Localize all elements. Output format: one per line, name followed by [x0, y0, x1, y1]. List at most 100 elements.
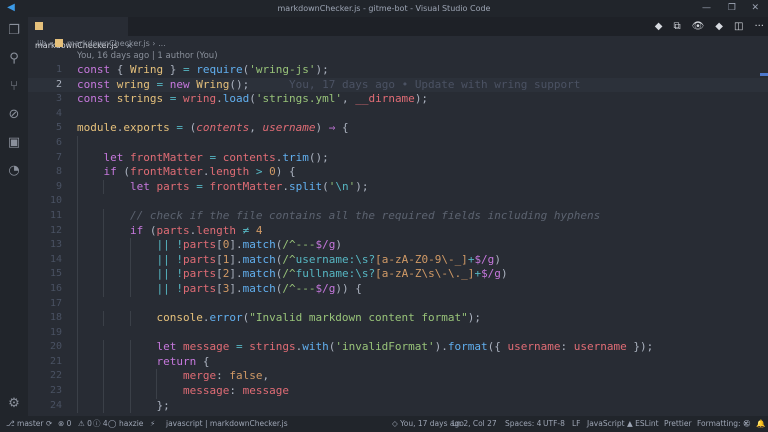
formatting-toggle[interactable]: Formatting: ✕ [697, 416, 749, 432]
branch-indicator[interactable]: ⎇ master [6, 416, 43, 432]
code-line[interactable]: 3const strings = wring.load('strings.yml… [28, 92, 768, 107]
git-icon[interactable]: ◆ [715, 21, 723, 32]
code-token: [a-zA-Z\s\-\._] [375, 267, 474, 280]
explorer-icon[interactable]: ❐ [6, 23, 22, 39]
code-line[interactable]: 22 merge: false, [28, 369, 768, 384]
code-line[interactable]: 19 [28, 326, 768, 341]
code-token: return [156, 355, 196, 368]
tab-markdownchecker[interactable]: markdownChecker.js× [28, 17, 128, 36]
code-token: new [170, 78, 190, 91]
code-token: console [156, 311, 202, 324]
line-number[interactable]: 12 [28, 224, 62, 239]
line-number[interactable]: 22 [28, 369, 62, 384]
line-number[interactable]: 16 [28, 282, 62, 297]
debug-icon[interactable]: ⊘ [6, 107, 22, 123]
bolt-icon[interactable]: ⚡ [150, 416, 155, 432]
line-number[interactable]: 18 [28, 311, 62, 326]
code-line[interactable]: 20 let message = strings.with('invalidFo… [28, 340, 768, 355]
line-number[interactable]: 13 [28, 238, 62, 253]
line-number[interactable]: 19 [28, 326, 62, 341]
code-line[interactable]: 12 if (parts.length ≠ 4 [28, 224, 768, 239]
prettier-status[interactable]: Prettier [664, 416, 692, 432]
line-number[interactable]: 21 [28, 355, 62, 370]
feedback-icon[interactable]: ☺ [743, 416, 751, 432]
breadcrumb-more[interactable]: ... [158, 39, 166, 48]
code-line[interactable]: 14 || !parts[1].match(/^username:\s?[a-z… [28, 253, 768, 268]
minimize-button[interactable]: — [702, 0, 711, 17]
line-number[interactable]: 5 [28, 121, 62, 136]
code-line[interactable]: 21 return { [28, 355, 768, 370]
code-line[interactable]: 9 let parts = frontMatter.split('\n'); [28, 180, 768, 195]
line-number[interactable]: 4 [28, 107, 62, 122]
breadcrumb-folder[interactable]: lib [37, 39, 47, 48]
code-line[interactable]: 24 }; [28, 399, 768, 414]
line-number[interactable]: 6 [28, 136, 62, 151]
code-line[interactable]: 11 // check if the file contains all the… [28, 209, 768, 224]
code-token: ]. [229, 238, 242, 251]
line-number[interactable]: 11 [28, 209, 62, 224]
notifications-bell-icon[interactable]: 🔔 [756, 416, 765, 432]
line-number[interactable]: 14 [28, 253, 62, 268]
sync-icon[interactable]: ⟳ [46, 416, 52, 432]
encoding[interactable]: UTF-8 [543, 416, 565, 432]
code-line[interactable]: 2const wring = new Wring(); You, 17 days… [28, 78, 768, 93]
code-token: ! [176, 238, 183, 251]
code-line[interactable]: 10 [28, 194, 768, 209]
line-number[interactable]: 2 [28, 78, 62, 93]
extensions-icon[interactable]: ▣ [6, 135, 22, 151]
code-line[interactable]: 13 || !parts[0].match(/^---$/g) [28, 238, 768, 253]
code-line[interactable]: 23 message: message [28, 384, 768, 399]
codelens-authors[interactable]: You, 16 days ago | 1 author (You) [77, 51, 218, 61]
code-editor[interactable]: 1const { Wring } = require('wring-js');2… [28, 63, 768, 413]
code-line[interactable]: 8 if (frontMatter.length > 0) { [28, 165, 768, 180]
open-changes-icon[interactable]: ⧉ [673, 21, 680, 32]
line-number[interactable]: 24 [28, 399, 62, 414]
code-token [77, 180, 130, 193]
line-number[interactable]: 17 [28, 297, 62, 312]
code-text: // check if the file contains all the re… [77, 209, 600, 224]
language-path[interactable]: javascript | markdownChecker.js [166, 416, 288, 432]
more-actions-icon[interactable]: ··· [754, 21, 764, 32]
line-number[interactable]: 1 [28, 63, 62, 78]
settings-gear-icon[interactable]: ⚙ [6, 396, 22, 412]
cursor-position[interactable]: Ln 2, Col 27 [452, 416, 497, 432]
split-editor-icon[interactable]: ◫ [734, 21, 743, 32]
errors-count[interactable]: ⊗ 0 [58, 416, 71, 432]
gitlens-icon[interactable]: ◔ [6, 163, 22, 179]
code-line[interactable]: 6 [28, 136, 768, 151]
eslint-status[interactable]: ▲ ESLint [627, 416, 659, 432]
github-user[interactable]: haxzie [119, 416, 143, 432]
code-token: $/g [474, 253, 494, 266]
code-token: let [104, 151, 124, 164]
code-line[interactable]: 4 [28, 107, 768, 122]
line-number[interactable]: 9 [28, 180, 62, 195]
restore-button[interactable]: ❐ [728, 0, 736, 17]
code-line[interactable]: 16 || !parts[3].match(/^---$/g)) { [28, 282, 768, 297]
code-line[interactable]: 5module.exports = (contents, username) ⇒… [28, 121, 768, 136]
line-endings[interactable]: LF [572, 416, 581, 432]
close-window-button[interactable]: ✕ [751, 0, 759, 17]
info-count[interactable]: ⓘ 4 [93, 416, 108, 432]
warnings-count[interactable]: ⚠ 0 [78, 416, 92, 432]
code-line[interactable]: 7 let frontMatter = contents.trim(); [28, 151, 768, 166]
preview-icon[interactable]: 👁 [692, 21, 705, 32]
source-control-icon[interactable]: ⑂ [6, 79, 22, 95]
breadcrumb-file[interactable]: markdownChecker.js [67, 39, 150, 48]
code-line[interactable]: 1const { Wring } = require('wring-js'); [28, 63, 768, 78]
line-number[interactable]: 23 [28, 384, 62, 399]
line-number[interactable]: 20 [28, 340, 62, 355]
code-token: message [243, 384, 289, 397]
indentation[interactable]: Spaces: 4 [505, 416, 541, 432]
code-line[interactable]: 17 [28, 297, 768, 312]
git-compare-icon[interactable]: ◆ [655, 21, 663, 32]
search-icon[interactable]: ⚲ [6, 51, 22, 67]
line-number[interactable]: 7 [28, 151, 62, 166]
line-number[interactable]: 3 [28, 92, 62, 107]
line-number[interactable]: 15 [28, 267, 62, 282]
code-line[interactable]: 15 || !parts[2].match(/^fullname:\s?[a-z… [28, 267, 768, 282]
editor-scrollbar[interactable] [760, 63, 768, 416]
language-mode[interactable]: JavaScript [587, 416, 625, 432]
line-number[interactable]: 10 [28, 194, 62, 209]
line-number[interactable]: 8 [28, 165, 62, 180]
code-line[interactable]: 18 console.error("Invalid markdown conte… [28, 311, 768, 326]
